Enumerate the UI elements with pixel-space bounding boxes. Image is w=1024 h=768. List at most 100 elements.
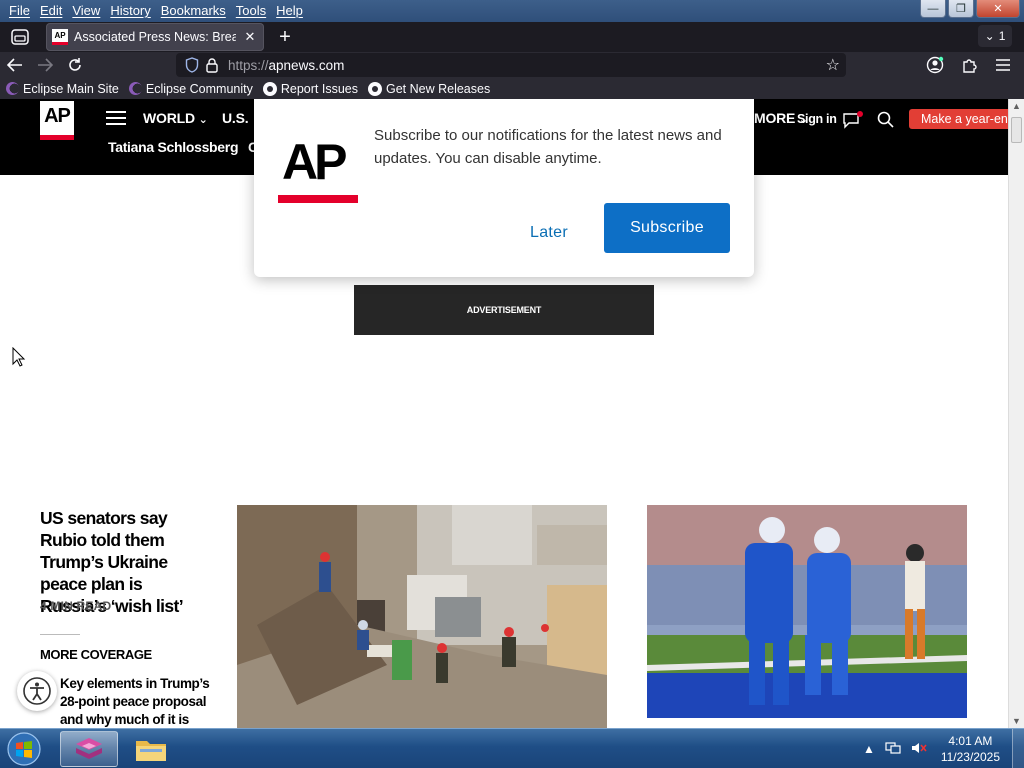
related-headline[interactable]: Key elements in Trump’s 28-point peace p… [60, 675, 210, 728]
forward-arrow-icon [38, 58, 53, 72]
bookmark-label: Eclipse Main Site [23, 81, 119, 96]
scroll-thumb[interactable] [1011, 117, 1022, 143]
prompt-ap-logo: AP [278, 133, 358, 203]
list-all-tabs-button[interactable]: ⌄ 1 [978, 25, 1012, 47]
article-photo-football[interactable] [647, 505, 967, 718]
page-scrollbar[interactable]: ▲ ▼ [1008, 99, 1024, 728]
menu-bookmarks[interactable]: Bookmarks [156, 1, 231, 21]
volume-muted-icon[interactable] [911, 741, 927, 758]
scroll-up-arrow-icon[interactable]: ▲ [1012, 101, 1021, 111]
site-menu-icon[interactable] [106, 111, 126, 125]
lock-icon[interactable] [202, 55, 222, 75]
bookmark-label: Report Issues [280, 81, 358, 96]
menubar: File Edit View History Bookmarks Tools H… [0, 0, 308, 22]
account-button[interactable] [920, 52, 950, 78]
prompt-logo-text: AP [282, 134, 347, 190]
notification-prompt: AP Subscribe to our notifications for th… [254, 99, 754, 277]
bookmark-label: Eclipse Community [145, 81, 253, 96]
more-coverage-heading: MORE COVERAGE [40, 647, 152, 662]
navigation-toolbar: https://apnews.com ☆ [0, 52, 1024, 78]
hamburger-menu-icon [996, 59, 1010, 71]
app-menu-button[interactable] [988, 52, 1018, 78]
firefox-view-icon [11, 29, 29, 45]
donate-button[interactable]: Make a year-end [909, 109, 1008, 129]
window-controls: — ❐ ✕ [920, 0, 1020, 18]
github-icon [262, 81, 277, 96]
bookmark-report-issues[interactable]: Report Issues [262, 81, 358, 96]
show-desktop-button[interactable] [1012, 729, 1024, 768]
extensions-button[interactable] [954, 52, 984, 78]
divider [40, 634, 80, 635]
accessibility-button[interactable] [17, 671, 57, 711]
menu-edit[interactable]: Edit [35, 1, 67, 21]
tracking-protection-shield-icon[interactable] [182, 55, 202, 75]
later-button[interactable]: Later [504, 213, 594, 253]
new-tab-button[interactable]: + [272, 24, 298, 50]
nav-us-label: U.S. [222, 110, 249, 126]
minimize-button[interactable]: — [920, 0, 946, 18]
reload-button[interactable] [60, 52, 90, 78]
account-icon [926, 56, 944, 74]
tab-count-label: 1 [998, 29, 1006, 43]
clock-date: 11/23/2025 [940, 750, 1000, 764]
mouse-cursor-icon [12, 347, 26, 367]
chevron-down-icon: ⌄ [198, 114, 208, 126]
advertisement-banner[interactable]: ADVERTISEMENT [354, 285, 654, 335]
system-tray: ▲ 4:01 AM 11/23/2025 [863, 729, 1024, 768]
back-button[interactable] [0, 52, 30, 78]
url-protocol: https:// [228, 57, 269, 73]
tab-title: Associated Press News: Breaking [74, 30, 236, 44]
sign-in-link[interactable]: Sign in [797, 112, 837, 126]
menu-file[interactable]: File [4, 1, 35, 21]
clock-time: 4:01 AM [948, 734, 993, 748]
tab-apnews[interactable]: AP Associated Press News: Breaking ✕ [46, 23, 264, 51]
menu-help[interactable]: Help [271, 1, 308, 21]
menu-history[interactable]: History [105, 1, 155, 21]
menu-view[interactable]: View [67, 1, 105, 21]
url-text[interactable]: https://apnews.com [228, 58, 344, 73]
tab-strip: AP Associated Press News: Breaking ✕ + ⌄… [0, 22, 1024, 52]
ap-favicon-icon: AP [52, 29, 68, 45]
toolbar-right [920, 52, 1018, 78]
puzzle-icon [963, 59, 977, 73]
prompt-message: Subscribe to our notifications for the l… [374, 127, 722, 167]
taskbar-file-explorer[interactable] [122, 731, 180, 767]
url-domain: apnews.com [268, 57, 345, 73]
bookmarks-toolbar: Eclipse Main Site Eclipse Community Repo… [0, 78, 1024, 99]
nav-world-label: WORLD [143, 110, 195, 126]
article-photo-rubble[interactable] [237, 505, 607, 728]
bookmark-get-new-releases[interactable]: Get New Releases [367, 81, 491, 96]
trending-link[interactable]: Tatiana Schlossberg [108, 139, 239, 155]
taskbar-eclipse-app[interactable] [60, 731, 118, 767]
github-icon [367, 81, 382, 96]
nav-us[interactable]: U.S. [222, 110, 249, 126]
subscribe-button[interactable]: Subscribe [604, 203, 730, 253]
search-icon[interactable] [877, 111, 894, 133]
network-icon[interactable] [885, 741, 901, 758]
show-hidden-icons-icon[interactable]: ▲ [863, 742, 875, 756]
scroll-down-arrow-icon[interactable]: ▼ [1012, 716, 1021, 726]
page-viewport: AP WORLD ⌄ U.S. MORE ⌄ Tatiana Schlossbe… [0, 99, 1008, 728]
tab-close-icon[interactable]: ✕ [242, 29, 258, 45]
eclipse-ide-icon [76, 738, 102, 759]
bookmark-star-icon[interactable]: ☆ [826, 55, 840, 75]
accessibility-icon [23, 677, 51, 705]
address-bar[interactable]: https://apnews.com ☆ [176, 53, 846, 77]
close-window-button[interactable]: ✕ [976, 0, 1020, 18]
system-clock[interactable]: 4:01 AM 11/23/2025 [941, 733, 1000, 765]
ap-logo[interactable]: AP [40, 101, 74, 140]
bookmark-eclipse-main-site[interactable]: Eclipse Main Site [6, 82, 119, 96]
back-arrow-icon [7, 58, 22, 72]
chat-icon[interactable] [842, 111, 864, 134]
menu-tools[interactable]: Tools [231, 1, 271, 21]
nav-world[interactable]: WORLD ⌄ [143, 110, 208, 126]
start-button[interactable] [4, 731, 44, 767]
forward-button[interactable] [30, 52, 60, 78]
window-titlebar: File Edit View History Bookmarks Tools H… [0, 0, 1024, 22]
bookmark-label: Get New Releases [385, 81, 491, 96]
nav-more-label: MORE [754, 110, 796, 126]
maximize-button[interactable]: ❐ [948, 0, 974, 18]
bookmark-eclipse-community[interactable]: Eclipse Community [128, 81, 253, 96]
firefox-view-button[interactable] [6, 24, 34, 50]
chevron-down-icon: ⌄ [984, 29, 995, 43]
